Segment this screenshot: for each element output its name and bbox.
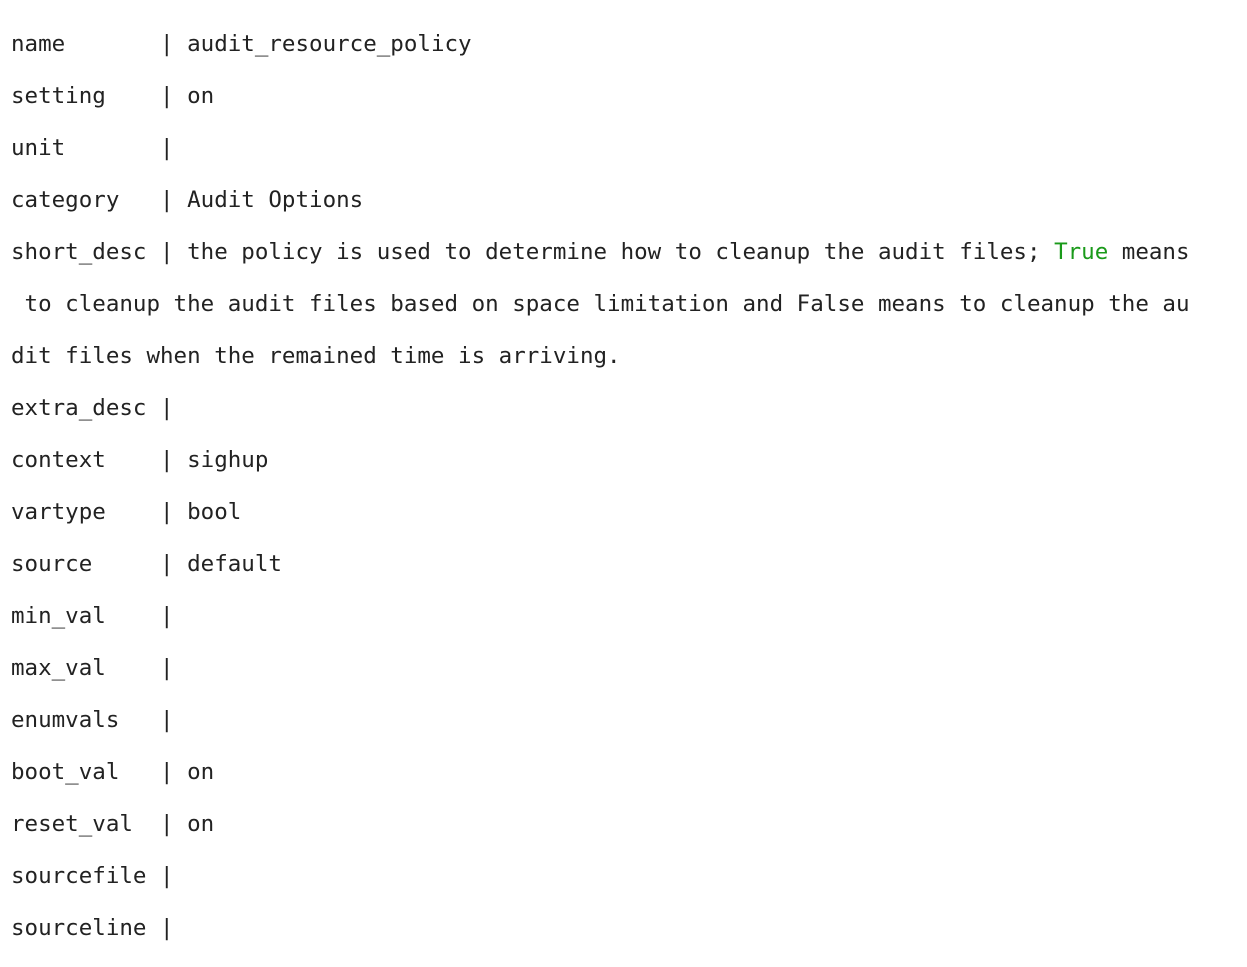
row-short-desc: short_desc | the policy is used to deter… bbox=[11, 239, 1247, 265]
field-value: on bbox=[187, 83, 215, 109]
field-value: on bbox=[187, 811, 215, 837]
field-label: unit bbox=[11, 135, 161, 161]
field-label: reset_val bbox=[11, 811, 161, 837]
row-short-desc-wrap-2: dit files when the remained time is arri… bbox=[11, 343, 1247, 369]
separator: | bbox=[160, 239, 188, 265]
field-label: source bbox=[11, 551, 161, 577]
field-value: Audit Options bbox=[187, 187, 364, 213]
row-category: category | Audit Options bbox=[11, 187, 1247, 213]
field-label: boot_val bbox=[11, 759, 161, 785]
row-source: source | default bbox=[11, 551, 1247, 577]
separator: | bbox=[160, 83, 188, 109]
field-label: vartype bbox=[11, 499, 161, 525]
field-value-highlight: True bbox=[1054, 239, 1109, 265]
field-value: default bbox=[187, 551, 282, 577]
field-label: max_val bbox=[11, 655, 161, 681]
separator: | bbox=[160, 811, 188, 837]
row-short-desc-wrap-1: to cleanup the audit files based on spac… bbox=[11, 291, 1247, 317]
row-name: name | audit_resource_policy bbox=[11, 31, 1247, 57]
field-label: min_val bbox=[11, 603, 161, 629]
row-extra-desc: extra_desc | bbox=[11, 395, 1247, 421]
field-label: category bbox=[11, 187, 161, 213]
row-sourceline: sourceline | bbox=[11, 915, 1247, 941]
field-label: enumvals bbox=[11, 707, 161, 733]
field-value-continuation: to cleanup the audit files based on spac… bbox=[11, 291, 1190, 317]
field-value: bool bbox=[187, 499, 242, 525]
field-value-post: means bbox=[1108, 239, 1190, 265]
separator: | bbox=[160, 863, 188, 889]
field-value-continuation: dit files when the remained time is arri… bbox=[11, 343, 621, 369]
row-context: context | sighup bbox=[11, 447, 1247, 473]
field-value-pre: the policy is used to determine how to c… bbox=[187, 239, 1055, 265]
row-unit: unit | bbox=[11, 135, 1247, 161]
separator: | bbox=[160, 31, 188, 57]
separator: | bbox=[160, 707, 188, 733]
field-label: sourcefile bbox=[11, 863, 161, 889]
field-label: setting bbox=[11, 83, 161, 109]
separator: | bbox=[160, 551, 188, 577]
field-value: sighup bbox=[187, 447, 269, 473]
terminal-output: name | audit_resource_policy setting | o… bbox=[0, 0, 1247, 941]
separator: | bbox=[160, 447, 188, 473]
row-vartype: vartype | bool bbox=[11, 499, 1247, 525]
row-boot-val: boot_val | on bbox=[11, 759, 1247, 785]
separator: | bbox=[160, 395, 188, 421]
field-label: context bbox=[11, 447, 161, 473]
row-enumvals: enumvals | bbox=[11, 707, 1247, 733]
field-value: on bbox=[187, 759, 215, 785]
field-label: name bbox=[11, 31, 161, 57]
row-reset-val: reset_val | on bbox=[11, 811, 1247, 837]
row-setting: setting | on bbox=[11, 83, 1247, 109]
field-value: audit_resource_policy bbox=[187, 31, 472, 57]
field-label: sourceline bbox=[11, 915, 161, 941]
separator: | bbox=[160, 603, 188, 629]
separator: | bbox=[160, 655, 188, 681]
separator: | bbox=[160, 135, 188, 161]
separator: | bbox=[160, 915, 188, 941]
row-sourcefile: sourcefile | bbox=[11, 863, 1247, 889]
row-min-val: min_val | bbox=[11, 603, 1247, 629]
separator: | bbox=[160, 187, 188, 213]
separator: | bbox=[160, 759, 188, 785]
field-label: short_desc bbox=[11, 239, 161, 265]
field-label: extra_desc bbox=[11, 395, 161, 421]
row-max-val: max_val | bbox=[11, 655, 1247, 681]
separator: | bbox=[160, 499, 188, 525]
